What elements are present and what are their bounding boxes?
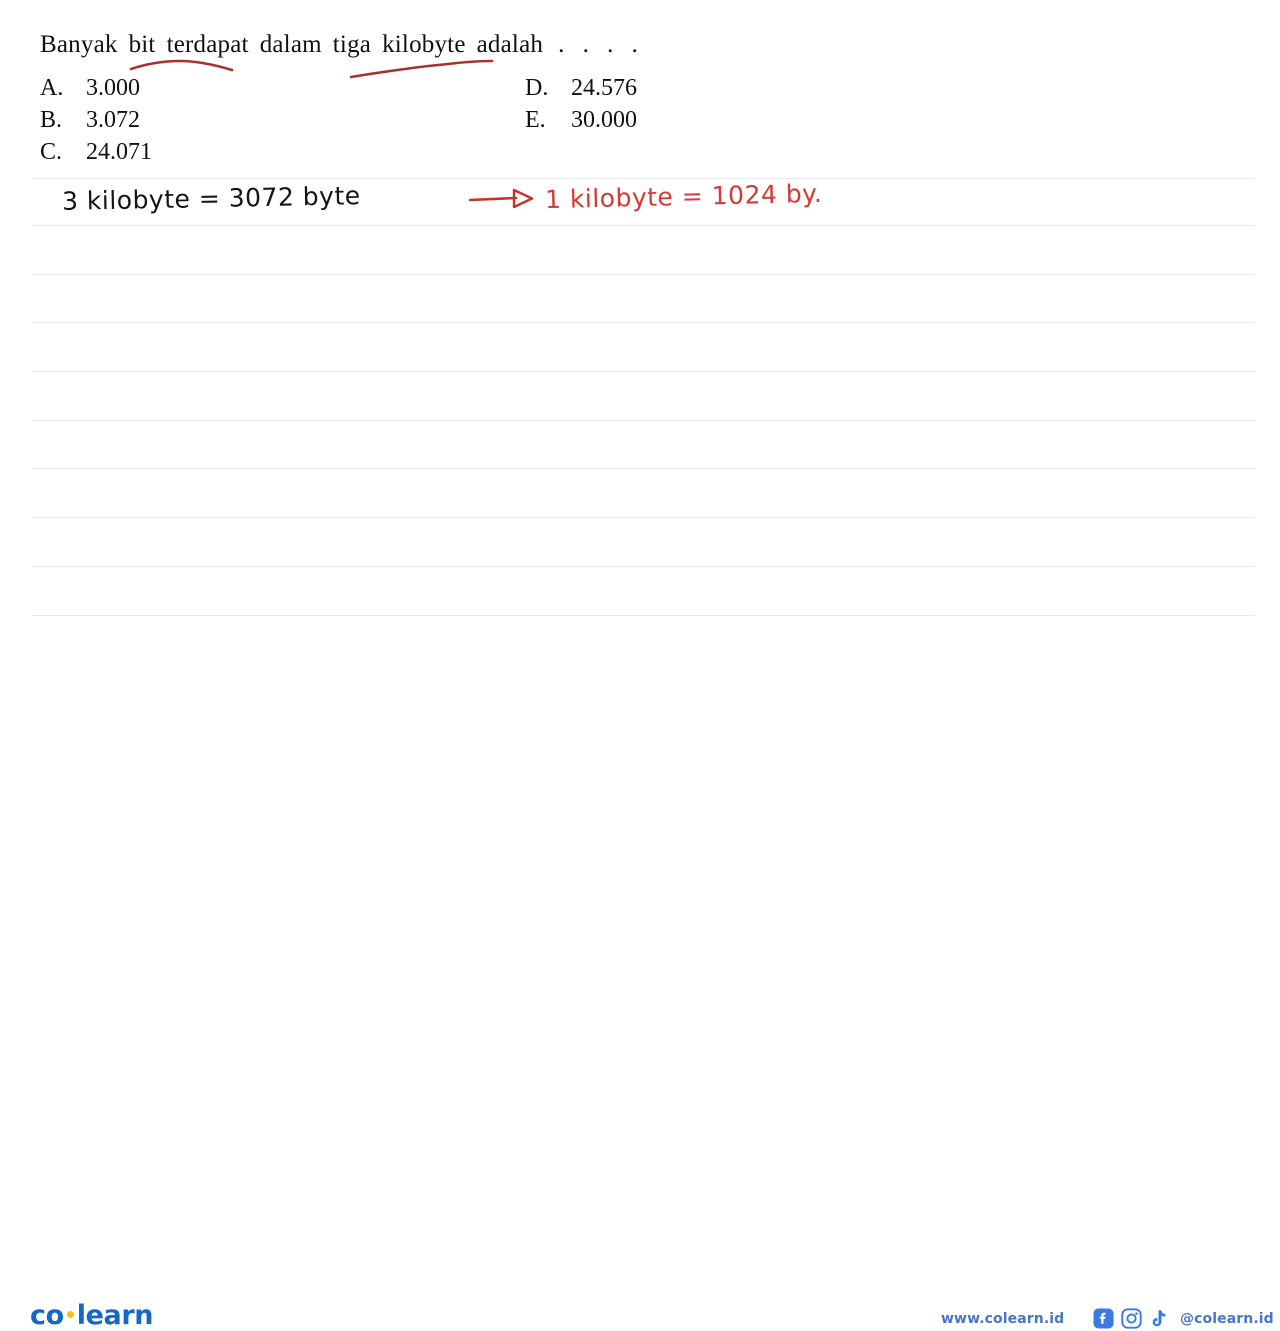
- rule-line: [32, 420, 1255, 421]
- option-c-value: 24.071: [86, 139, 152, 165]
- social-handle[interactable]: @colearn.id: [1180, 1311, 1274, 1327]
- option-c-label: C.: [40, 139, 63, 165]
- tiktok-icon[interactable]: [1149, 1308, 1169, 1329]
- question-word-terdapat: terdapat: [166, 31, 249, 58]
- handwritten-note-black: 3 kilobyte = 3072 byte: [61, 181, 361, 216]
- facebook-icon[interactable]: [1093, 1308, 1114, 1329]
- option-e-label: E.: [525, 107, 546, 133]
- logo-text-learn: learn: [76, 1300, 154, 1331]
- social-links: @colearn.id: [1093, 1308, 1274, 1329]
- option-b-label: B.: [40, 107, 63, 133]
- option-a[interactable]: A. 3.000: [40, 72, 152, 104]
- rule-line: [32, 566, 1255, 567]
- rule-line: [32, 468, 1255, 469]
- option-e[interactable]: E. 30.000: [525, 104, 637, 136]
- option-b-value: 3.072: [86, 107, 140, 133]
- option-d[interactable]: D. 24.576: [525, 72, 637, 104]
- logo-dot-icon: [66, 1311, 74, 1318]
- options-column-right: D. 24.576 E. 30.000: [525, 72, 637, 136]
- rule-line: [32, 371, 1255, 372]
- colearn-logo: co learn: [30, 1300, 153, 1331]
- options-column-left: A. 3.000 B. 3.072 C. 24.071: [40, 72, 152, 168]
- rule-line: [32, 615, 1255, 616]
- option-b[interactable]: B. 3.072: [40, 104, 152, 136]
- question-word-tiga: tiga: [332, 31, 372, 58]
- question-word-dalam: dalam: [259, 31, 322, 58]
- instagram-icon[interactable]: [1121, 1308, 1142, 1329]
- rule-line: [32, 274, 1255, 275]
- logo-text-co: co: [30, 1300, 64, 1331]
- notebook-ruled-lines: [0, 0, 1280, 640]
- question-ellipsis: . . . .: [558, 31, 644, 58]
- footer: co learn www.colearn.id @colearn.id: [0, 640, 1280, 1331]
- option-a-value: 3.000: [86, 75, 140, 101]
- option-d-value: 24.576: [571, 75, 637, 101]
- rule-line: [32, 322, 1255, 323]
- option-a-label: A.: [40, 75, 64, 101]
- question-word-adalah: adalah: [476, 31, 544, 58]
- website-url[interactable]: www.colearn.id: [941, 1311, 1064, 1327]
- question-word-kilobyte: kilobyte: [382, 31, 466, 58]
- option-d-label: D.: [525, 75, 549, 101]
- rule-line: [32, 178, 1255, 179]
- rule-line: [32, 517, 1255, 518]
- question-word-banyak: Banyak: [40, 31, 118, 58]
- question-word-bit: bit: [128, 31, 156, 58]
- underline-kilobyte-icon: [349, 59, 494, 79]
- handwritten-note-red: 1 kilobyte = 1024 by.: [544, 178, 823, 215]
- rule-line: [32, 225, 1255, 226]
- option-c[interactable]: C. 24.071: [40, 136, 152, 168]
- arrow-right-icon: [468, 188, 534, 209]
- question-text: Banyak bit terdapat dalam tiga kilobyte adalah…: [40, 31, 644, 59]
- option-e-value: 30.000: [571, 107, 637, 133]
